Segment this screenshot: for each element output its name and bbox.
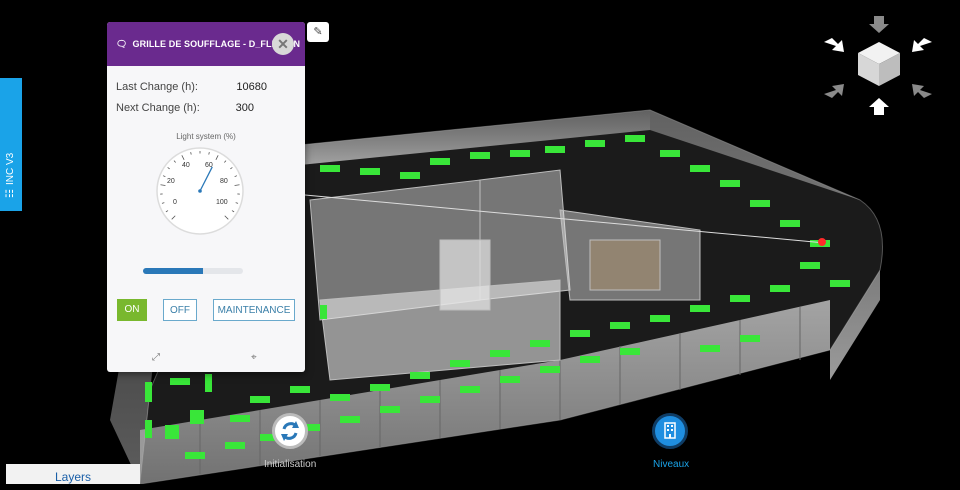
last-change-label: Last Change (h):	[116, 81, 198, 93]
slider-fill	[143, 268, 203, 274]
gauge-tick-mark	[209, 152, 210, 154]
arrow-up-icon[interactable]	[869, 98, 889, 115]
arrow-up-left-icon[interactable]	[824, 84, 844, 98]
layers-tab[interactable]: Layers	[6, 464, 140, 484]
gauge-tick-40: 40	[182, 162, 190, 169]
gauge-tick-80: 80	[220, 178, 228, 185]
collapse-icon[interactable]: ⤢	[152, 352, 160, 363]
side-tab-inc[interactable]: ☷ INC V3	[0, 78, 22, 211]
gauge-tick-mark	[191, 152, 192, 154]
panel-header[interactable]: 🗨︎ GRILLE DE SOUFFLAGE - D_FLEXION ✕	[107, 22, 305, 66]
on-button[interactable]: ON	[117, 299, 147, 321]
off-button[interactable]: OFF	[163, 299, 197, 321]
arrow-down-left-icon[interactable]	[912, 38, 932, 52]
chat-bubble-icon: 🗨︎	[116, 39, 128, 50]
arrow-up-right-icon[interactable]	[912, 84, 932, 98]
arrow-down-right-icon[interactable]	[824, 38, 844, 52]
alert-marker[interactable]	[818, 238, 826, 246]
side-tab-label: INC V3	[3, 153, 19, 185]
next-change-value: 300	[236, 102, 254, 114]
initialisation-label: Initialisation	[264, 459, 316, 470]
gauge-tick-20: 20	[167, 178, 175, 185]
last-change-value: 10680	[236, 81, 267, 93]
hierarchy-icon: ☷	[3, 189, 19, 198]
arrow-down-icon[interactable]	[869, 16, 889, 33]
edit-icon[interactable]: ✎	[307, 22, 329, 42]
gauge-tick-0: 0	[173, 199, 177, 206]
initialisation-button[interactable]	[272, 413, 308, 449]
refresh-icon	[275, 416, 305, 446]
light-system-gauge: 0 20 40 60 80 100	[155, 146, 245, 236]
building-icon	[655, 416, 685, 446]
gauge-tick-100: 100	[216, 199, 228, 206]
maintenance-button[interactable]: MAINTENANCE	[213, 299, 295, 321]
next-change-label: Next Change (h):	[116, 102, 200, 114]
pin-icon[interactable]: ⌖	[251, 352, 257, 363]
light-level-slider[interactable]	[143, 268, 243, 274]
view-cube[interactable]	[858, 42, 900, 86]
close-icon[interactable]: ✕	[272, 33, 294, 55]
niveaux-label: Niveaux	[653, 459, 689, 470]
view-cube-navigator[interactable]	[818, 12, 940, 120]
niveaux-button[interactable]	[652, 413, 688, 449]
gauge-label: Light system (%)	[107, 132, 305, 141]
equipment-detail-panel: 🗨︎ GRILLE DE SOUFFLAGE - D_FLEXION ✕ Las…	[107, 22, 305, 372]
